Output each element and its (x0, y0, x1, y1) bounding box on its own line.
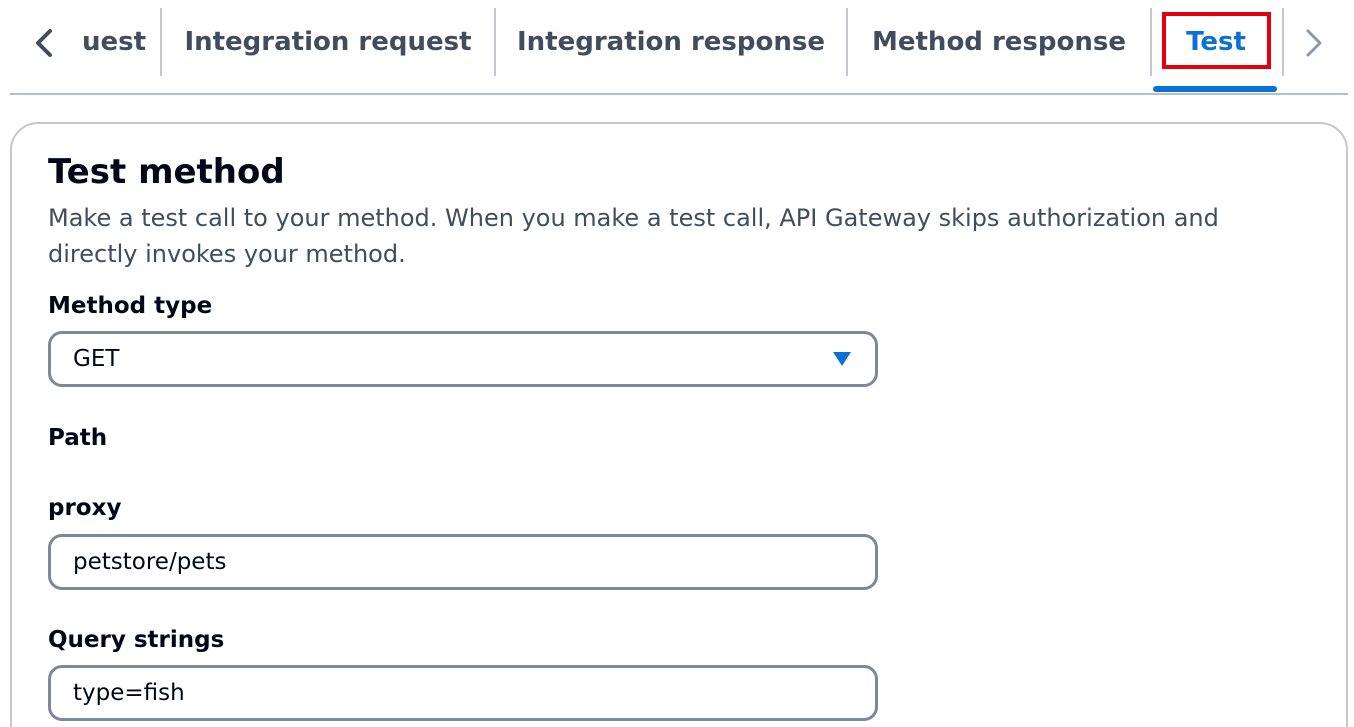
query-strings-field-wrapper (48, 665, 878, 721)
tab-method-response[interactable]: Method response (848, 8, 1150, 76)
proxy-label: proxy (48, 495, 122, 521)
panel-title: Test method (48, 152, 285, 192)
chevron-right-icon (1306, 29, 1322, 57)
tab-integration-response[interactable]: Integration response (496, 8, 846, 76)
api-gateway-test-page: uest Integration request Integration res… (0, 0, 1354, 727)
proxy-field-wrapper (48, 534, 878, 590)
chevron-left-icon (36, 29, 52, 57)
tab-test-highlight-box (1162, 12, 1271, 69)
method-tab-bar: uest Integration request Integration res… (0, 0, 1354, 95)
method-type-value: GET (73, 346, 120, 372)
proxy-input[interactable] (73, 537, 853, 587)
query-strings-label: Query strings (48, 627, 225, 653)
tab-integration-request[interactable]: Integration request (162, 8, 494, 76)
panel-description: Make a test call to your method. When yo… (48, 204, 1219, 268)
tabs-scroll-left-button[interactable] (14, 14, 74, 72)
path-section-label: Path (48, 425, 108, 451)
method-type-select[interactable]: GET (48, 331, 878, 387)
method-type-label: Method type (48, 293, 213, 319)
tabs-scroll-right-button[interactable] (1284, 14, 1344, 72)
tab-bar-baseline (10, 93, 1348, 95)
caret-down-icon (833, 352, 851, 366)
active-tab-indicator (1153, 86, 1277, 92)
query-strings-input[interactable] (73, 668, 853, 718)
tab-method-request[interactable]: uest (82, 8, 160, 76)
